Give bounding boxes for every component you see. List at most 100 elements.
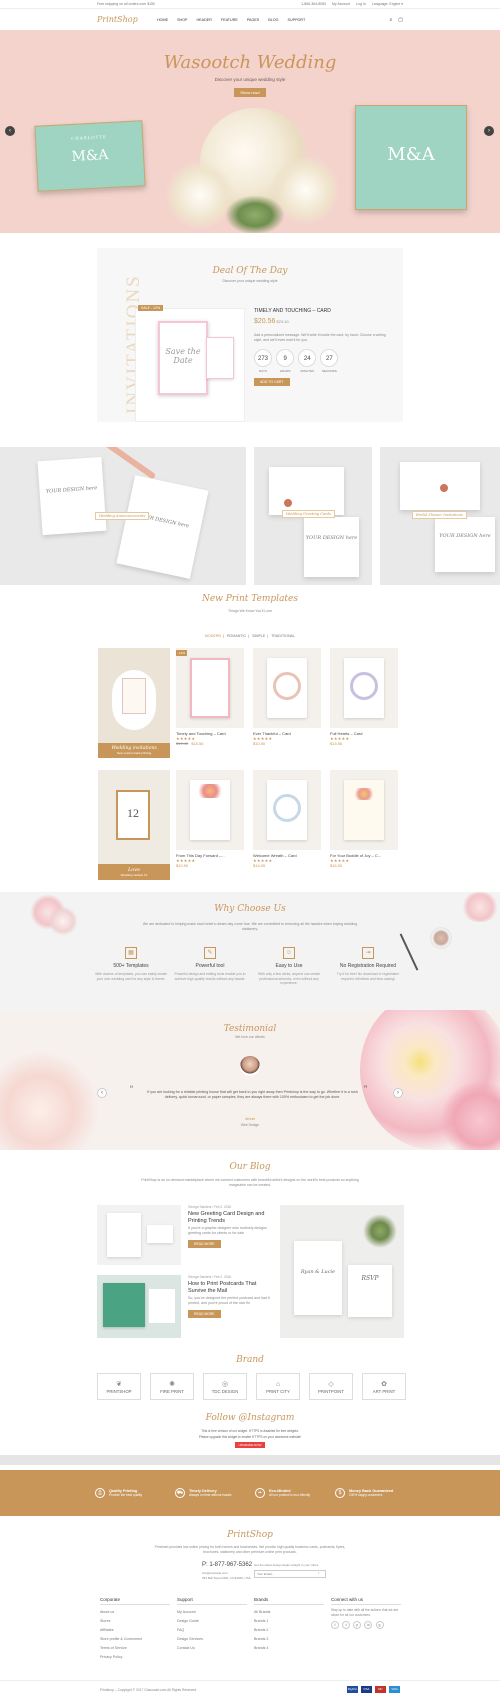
footer-link[interactable]: Contact Us [177,1644,247,1653]
brand-logo-print-city[interactable]: ⌂ PRINT CITY [256,1373,300,1400]
quote-close-icon: ” [364,1084,367,1094]
product-card[interactable]: Welcome Wreath – Card ★★★★★ $14.95 [253,770,321,868]
letter-image [107,1213,141,1257]
footer-link[interactable]: About us [100,1608,170,1617]
slider-next-arrow[interactable]: › [484,126,494,136]
brand-logo-art-print[interactable]: ✿ ART PRINT [362,1373,406,1400]
tab-traditional[interactable]: TRADITIONAL [271,634,295,638]
footer-link[interactable]: Affiliates [100,1626,170,1635]
footer-link[interactable]: FAQ [177,1626,247,1635]
blog-post-title[interactable]: New Greeting Card Design and Printing Tr… [188,1211,270,1224]
deal-price: $20.56 [254,318,276,325]
blog-meta: George Sanders / Feb 2, 2018 [188,1205,232,1209]
product-price: $10.50 [176,863,189,868]
google-icon[interactable]: g [375,1621,384,1629]
promo-love-cardset[interactable]: 12 Love Wedding cardset 12 [98,770,170,880]
slider-prev-arrow[interactable]: ‹ [5,126,15,136]
product-price: $10.50 [253,741,266,746]
blog-post-title[interactable]: How to Print Postcards That Survive the … [188,1281,270,1294]
linkedin-icon[interactable]: in [364,1621,373,1629]
service-quality-printing: ⎙ Quality Printing Provide the best qualit… [95,1488,142,1498]
feature-title: Powerful tool [195,963,225,969]
brand-logo-fire-print[interactable]: ✺ FIRE PRINT [150,1373,194,1400]
nav-item-feature[interactable]: FEATURE [221,18,238,22]
upgrade-now-button[interactable]: UPGRADE NOW [235,1442,265,1448]
show-now-button[interactable]: Show now! [234,88,266,97]
footer-link[interactable]: Store profile & Covenment [100,1635,170,1644]
product-card[interactable]: For Your Buddle of Joy – C... ★★★★★ $16.… [330,770,398,868]
blog-image-stationery[interactable] [97,1205,181,1265]
feature-title: No Registration Required [339,963,397,969]
footer-link[interactable]: Brands 2 [254,1626,324,1635]
invitation-card-left: CHARLOTTE M&A [34,120,146,192]
brand-logo-printpoint[interactable]: ◇ PRINTPOINT [309,1373,353,1400]
tab-modern[interactable]: MODERN [205,634,221,638]
footer-link[interactable]: Stores [100,1617,170,1626]
blog-feature-image[interactable]: Ryan & Lucie RSVP [280,1205,404,1338]
promo-subtitle: Wedding cardset 12 [120,873,148,877]
footer-link[interactable]: Design Guide [177,1617,247,1626]
footer-link[interactable]: Brands 1 [254,1617,324,1626]
facebook-icon[interactable]: f [331,1621,339,1629]
blog-image-postcards[interactable] [97,1275,181,1338]
footer-logo[interactable]: PrintShop [0,1530,500,1540]
deal-old-price: $23.40 [276,319,289,324]
banner-wedding-greeting-cards[interactable]: YOUR DESIGN here Wedding Greeting Cards [254,447,372,585]
language-select[interactable]: Language: Engine ▾ [372,2,403,6]
product-image [330,648,398,728]
tab-romantic[interactable]: ROMANTIC [227,634,246,638]
countdown-label: SECONDS [321,369,337,373]
service-desc: Provide the best quality [109,1493,143,1497]
nav-item-shop[interactable]: SHOP [177,18,187,22]
card-monogram: M&A [71,147,109,165]
design-text: YOUR DESIGN here [45,485,98,495]
login-link[interactable]: Log In [356,2,366,6]
product-old-price: $19.40 [176,741,189,746]
search-icon[interactable]: ⌕ [389,17,392,23]
brand-logo-printshop[interactable]: ❦ PRINTSHOP [97,1373,141,1400]
nav-item-home[interactable]: HOME [157,18,168,22]
read-more-button[interactable]: READ MORE [188,1310,221,1319]
deal-product-image: SALE - 12% Save the Date [135,305,245,422]
nav-item-header[interactable]: HEADER [197,18,212,22]
sale-badge: SALE - 12% [138,305,164,311]
site-logo[interactable]: PrintShop [97,15,157,24]
banner-bridal-shower-invitations[interactable]: YOUR DESIGN here Bridal Shower Invitatio… [380,447,500,585]
feature-easy-to-use: ☺ Easy to Use With only a few clicks, anyo… [252,947,326,986]
testimonial-prev-arrow[interactable]: ‹ [97,1088,107,1098]
footer-address: 363 Bell Street Mall, CA 94040, USA [202,1576,251,1580]
newsletter-email-input[interactable] [254,1570,326,1578]
product-price: $15.56 [330,741,343,746]
brand-logo-tdc-design[interactable]: ◎ TDC DESIGN [203,1373,247,1400]
footer-link[interactable]: Terms of Service [100,1644,170,1653]
footer-link[interactable]: Design Services [177,1635,247,1644]
card-image [147,1225,173,1243]
pinterest-icon[interactable]: p [353,1621,362,1629]
product-image [253,648,321,728]
product-card[interactable]: Ever Thankful – Card ★★★★★ $10.50 [253,648,321,746]
testimonial-next-arrow[interactable]: › [393,1088,403,1098]
twitter-icon[interactable]: t [342,1621,351,1629]
nav-item-blog[interactable]: BLOG [268,18,278,22]
footer-link[interactable]: Brands 4 [254,1644,324,1653]
product-card[interactable]: From This Day Forward –... ★★★★★ $10.50 [176,770,244,868]
my-account-link[interactable]: My Account [332,2,350,6]
footer-link[interactable]: My Account [177,1608,247,1617]
promo-wedding-invitations[interactable]: Wedding invitations New custom back prin… [98,648,170,758]
cart-icon[interactable]: ▢ [398,17,403,23]
add-to-cart-button[interactable]: ADD TO CART [254,378,290,386]
read-more-button[interactable]: READ MORE [188,1240,221,1249]
tab-simple[interactable]: SIMPLE [252,634,265,638]
footer-link[interactable]: All Brands [254,1608,324,1617]
product-card[interactable]: -12% Timely and Touching – Card ★★★★★ $1… [176,648,244,746]
feature-title: Easy to Use [275,963,303,969]
footer-link[interactable]: Brands 3 [254,1635,324,1644]
product-card[interactable]: Full Hearts – Card ★★★★★ $15.56 [330,648,398,746]
nav-item-pages[interactable]: PAGES [247,18,259,22]
footer-link[interactable]: Privacy Policy [100,1653,170,1662]
nav-item-support[interactable]: SUPPORT [288,18,306,22]
banner-wedding-announcements[interactable]: YOUR DESIGN here YOUR DESIGN here Weddin… [0,447,246,585]
visa-icon: VISA [360,1686,372,1693]
deal-product-name[interactable]: TIMELY AND TOUCHING – CARD [254,308,394,314]
send-icon[interactable]: › [318,1570,319,1575]
